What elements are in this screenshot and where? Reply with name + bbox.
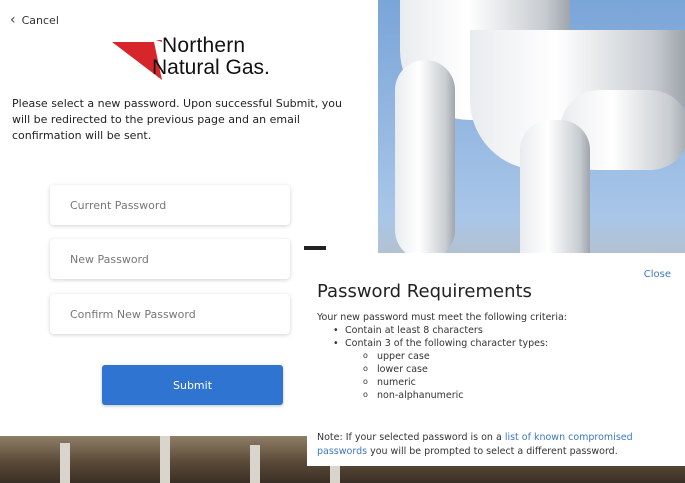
divider-mark [304,246,326,250]
instructions-text: Please select a new password. Upon succe… [12,97,342,142]
current-password-field[interactable] [50,185,290,225]
requirement-length: Contain at least 8 characters [317,324,548,337]
submit-button[interactable]: Submit [102,365,283,405]
password-requirements-panel: Close Password Requirements Your new pas… [307,253,685,466]
requirement-types: Contain 3 of the following character typ… [317,337,548,350]
logo-text-line2: Natural Gas. [152,56,270,79]
confirm-password-input[interactable] [68,306,272,322]
requirements-list: Contain at least 8 characters Contain 3 … [317,324,548,402]
cancel-label: Cancel [21,14,59,27]
note-suffix: you will be prompted to select a differe… [367,446,618,457]
new-password-input[interactable] [68,251,272,267]
requirements-lead: Your new password must meet the followin… [317,312,567,323]
compromised-password-note: Note: If your selected password is on a … [317,431,677,459]
cancel-link[interactable]: ‹ Cancel [10,12,59,28]
chevron-left-icon: ‹ [10,12,16,28]
note-prefix: Note: If your selected password is on a [317,432,505,443]
new-password-field[interactable] [50,239,290,279]
logo-text-line1: Northern [162,34,246,57]
type-lower-case: lower case [317,362,548,376]
type-non-alphanumeric: non-alphanumeric [317,388,548,402]
type-upper-case: upper case [317,349,548,363]
confirm-password-field[interactable] [50,294,290,334]
requirements-title: Password Requirements [317,281,532,302]
type-numeric: numeric [317,375,548,389]
northern-natural-gas-logo: Northern Natural Gas. [112,34,272,84]
current-password-input[interactable] [68,197,272,213]
close-button[interactable]: Close [644,269,671,280]
